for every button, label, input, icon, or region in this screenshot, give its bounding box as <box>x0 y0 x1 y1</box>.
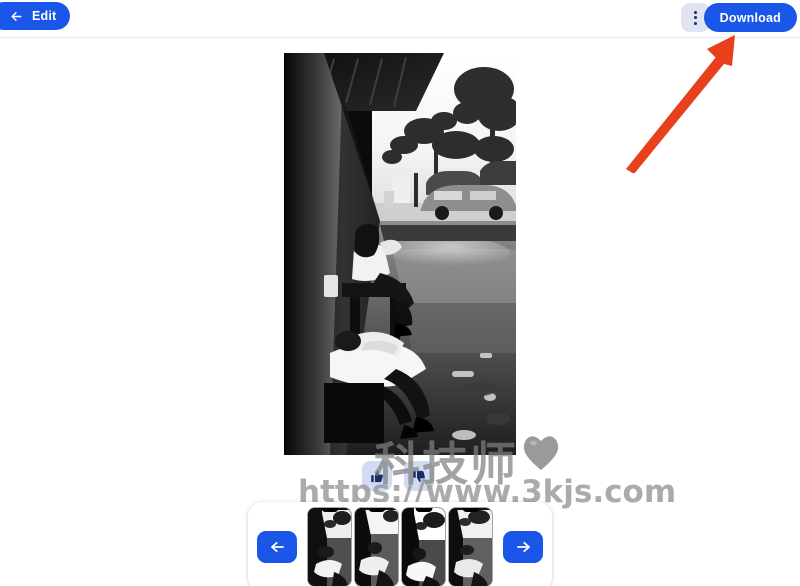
arrow-left-icon <box>270 541 284 553</box>
thumbnail-image <box>449 508 492 586</box>
thumbnail-image <box>402 508 445 586</box>
thumbs-up-icon <box>370 470 383 482</box>
list-item[interactable] <box>449 508 492 586</box>
back-arrow-icon <box>10 10 23 23</box>
thumbs-down-button[interactable] <box>404 461 434 491</box>
thumbnail-carousel <box>248 502 552 586</box>
three-dots-vertical-icon-dot <box>694 21 697 25</box>
phone-notch <box>368 508 385 512</box>
three-dots-vertical-icon-dot <box>694 16 697 19</box>
edit-button[interactable]: Edit <box>0 2 71 30</box>
list-item[interactable] <box>402 508 445 586</box>
phone-notch <box>321 508 338 512</box>
carousel-prev-button[interactable] <box>257 531 297 563</box>
download-button[interactable]: Download <box>703 3 797 32</box>
thumbnail-image <box>308 508 351 586</box>
three-dots-vertical-icon-dot <box>694 10 697 14</box>
arrow-right-icon <box>516 541 530 553</box>
heart-icon <box>523 436 559 470</box>
edit-button-label: Edit <box>32 9 57 23</box>
annotation-arrow-icon <box>626 35 735 173</box>
thumbnail-strip <box>303 508 497 586</box>
top-toolbar: Edit Download <box>0 0 800 38</box>
phone-notch <box>462 508 479 512</box>
wallpaper-preview[interactable] <box>284 53 516 455</box>
thumbs-up-button[interactable] <box>362 461 392 491</box>
list-item[interactable] <box>355 508 398 586</box>
phone-notch <box>415 508 432 512</box>
feedback-buttons <box>362 461 434 491</box>
thumbs-down-icon <box>412 470 425 482</box>
list-item[interactable] <box>308 508 351 586</box>
thumbnail-image <box>355 508 398 586</box>
carousel-next-button[interactable] <box>503 531 543 563</box>
wallpaper-preview-image <box>284 53 516 455</box>
